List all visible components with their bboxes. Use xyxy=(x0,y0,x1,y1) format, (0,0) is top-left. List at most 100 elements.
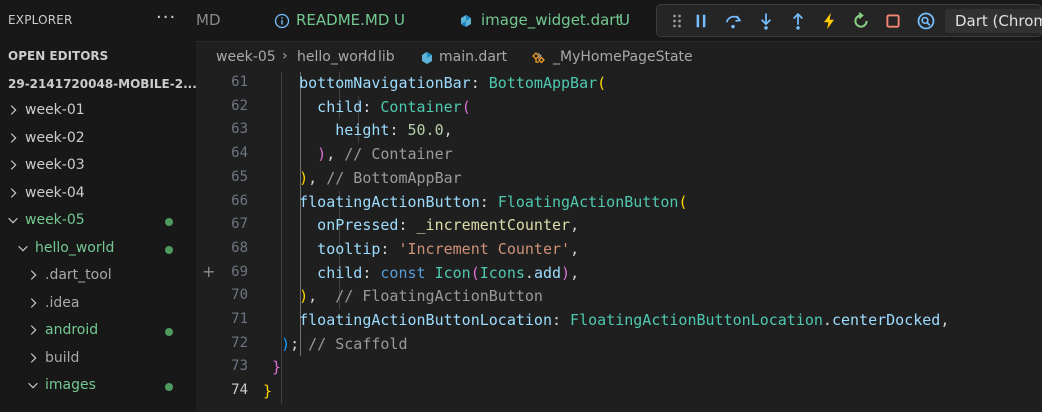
code-token: height xyxy=(263,121,390,140)
line-number: 61 xyxy=(231,74,248,90)
code-line[interactable]: 73 } xyxy=(196,356,1042,380)
code-editor[interactable]: 61 bottomNavigationBar: BottomAppBar(62 … xyxy=(196,72,1042,412)
chevron-right-icon: › xyxy=(282,48,288,64)
chevron-right-icon xyxy=(26,323,40,339)
tree-item-label: hello_world xyxy=(35,239,115,256)
tree-item-week-01[interactable]: week-01 xyxy=(0,98,196,126)
pause-icon[interactable] xyxy=(691,11,711,31)
tree-item-label: week-01 xyxy=(25,102,85,118)
code-text: height: 50.0, xyxy=(263,121,453,140)
code-token: , xyxy=(570,263,580,282)
open-editors-section[interactable]: OPEN EDITORS xyxy=(8,49,108,63)
code-token: : xyxy=(398,216,417,235)
breadcrumb-item[interactable]: _MyHomePageState xyxy=(553,49,693,65)
chevron-down-icon xyxy=(16,241,30,257)
tree-item-idea[interactable]: .idea xyxy=(0,291,196,319)
tab-md[interactable]: MD xyxy=(196,0,256,42)
code-token: : xyxy=(389,121,408,140)
code-token: ( xyxy=(461,97,471,116)
code-token: , xyxy=(308,287,336,306)
tree-item-label: week-05 xyxy=(25,212,85,228)
code-token: 'Increment Counter' xyxy=(398,239,571,258)
step-out-icon[interactable] xyxy=(788,11,808,31)
code-text: child: Container( xyxy=(263,98,471,116)
code-token: 50.0 xyxy=(407,121,444,140)
tab-readme-md[interactable]: README.MD U xyxy=(271,0,454,42)
code-token: : xyxy=(551,311,571,329)
chevron-down-icon xyxy=(6,213,20,229)
code-line[interactable]: 64 ), // Container xyxy=(196,143,1042,167)
code-line[interactable]: 65 ), // BottomAppBar xyxy=(196,167,1042,191)
code-line[interactable]: 68 tooltip: 'Increment Counter', xyxy=(196,238,1042,262)
breadcrumb-item[interactable]: week-05 xyxy=(216,49,276,65)
workspace-root-label: 29-2141720048-MOBILE-2... xyxy=(8,77,196,91)
chevron-right-icon xyxy=(6,158,20,174)
tree-item-build[interactable]: build xyxy=(0,346,196,374)
code-token: bottomNavigationBar xyxy=(263,74,471,92)
code-token: , xyxy=(443,121,453,140)
code-line[interactable]: 72 ); // Scaffold xyxy=(196,333,1042,357)
code-line[interactable]: 74} xyxy=(196,380,1042,404)
hot-reload-icon[interactable] xyxy=(819,11,839,31)
code-token: , xyxy=(570,239,580,258)
code-text: ), // FloatingActionButton xyxy=(263,287,543,305)
tree-item-images[interactable]: images xyxy=(0,373,196,401)
tree-item-android[interactable]: android xyxy=(0,318,196,346)
tree-item-dart-tool[interactable]: .dart_tool xyxy=(0,263,196,291)
stop-icon[interactable] xyxy=(883,11,903,31)
code-line[interactable]: 66 floatingActionButton: FloatingActionB… xyxy=(196,191,1042,215)
tree-item-week-03[interactable]: week-03 xyxy=(0,153,196,181)
tree-item-label: week-02 xyxy=(25,129,85,146)
code-line[interactable]: 70 ), // FloatingActionButton xyxy=(196,285,1042,309)
tree-item-label: images xyxy=(45,377,96,393)
line-number: 71 xyxy=(231,311,248,327)
code-token: . xyxy=(524,263,534,282)
code-text: ); // Scaffold xyxy=(263,335,407,353)
drag-handle-icon[interactable] xyxy=(667,11,687,31)
tab-label: README.MD xyxy=(296,11,390,29)
tree-item-hello-world[interactable]: hello_world xyxy=(0,236,196,264)
code-line[interactable]: 61 bottomNavigationBar: BottomAppBar( xyxy=(196,72,1042,96)
code-text: tooltip: 'Increment Counter', xyxy=(263,240,579,258)
code-token: add xyxy=(533,263,562,282)
restart-icon[interactable] xyxy=(851,11,871,31)
workspace-root-folder[interactable]: 29-2141720048-MOBILE-2... xyxy=(8,77,196,91)
code-token: BottomAppBar xyxy=(488,74,598,92)
line-number: 66 xyxy=(231,192,248,209)
breadcrumb: week-05›hello_world›lib›main.dart›_MyHom… xyxy=(196,42,1042,72)
code-token: Icon xyxy=(434,263,471,282)
code-token: ) xyxy=(561,263,571,282)
devtools-icon[interactable] xyxy=(916,11,936,31)
code-line[interactable]: 67 onPressed: _incrementCounter, xyxy=(196,214,1042,238)
code-token: : xyxy=(362,263,381,282)
chevron-right-icon xyxy=(26,268,40,284)
breadcrumb-item[interactable]: main.dart xyxy=(439,49,507,65)
code-line[interactable]: +69 child: const Icon(Icons.add), xyxy=(196,262,1042,286)
symbol-class-icon xyxy=(531,50,547,66)
line-number: 70 xyxy=(231,287,248,304)
code-token: , xyxy=(570,216,580,235)
ellipsis-icon[interactable]: ··· xyxy=(156,9,176,27)
code-token: ( xyxy=(678,192,688,211)
tree-item-label: week-03 xyxy=(25,157,85,173)
explorer-sidebar: EXPLORER ··· OPEN EDITORS 29-2141720048-… xyxy=(0,0,196,412)
code-line[interactable]: 71 floatingActionButtonLocation: Floatin… xyxy=(196,309,1042,333)
code-line[interactable]: 62 child: Container( xyxy=(196,96,1042,120)
step-into-icon[interactable] xyxy=(756,11,776,31)
code-token: FloatingActionButtonLocation xyxy=(570,311,823,329)
step-over-icon[interactable] xyxy=(723,11,743,31)
tab-image-widget-dart[interactable]: image_widget.dart U xyxy=(454,0,654,42)
modified-dot xyxy=(165,245,173,254)
breadcrumb-item[interactable]: lib xyxy=(378,49,395,65)
tree-item-week-04[interactable]: week-04 xyxy=(0,181,196,209)
line-number: 62 xyxy=(231,97,248,114)
line-number: 67 xyxy=(231,216,248,233)
code-token: floatingActionButton xyxy=(263,192,480,211)
explorer-header: EXPLORER ··· xyxy=(0,0,196,42)
tree-item-week-02[interactable]: week-02 xyxy=(0,126,196,154)
tree-item-week-05[interactable]: week-05 xyxy=(0,208,196,236)
code-token: onPressed xyxy=(263,216,399,235)
code-token: _incrementCounter xyxy=(416,216,571,235)
code-line[interactable]: 63 height: 50.0, xyxy=(196,119,1042,143)
debug-target-select[interactable]: Dart (Chrome) xyxy=(945,9,1042,33)
